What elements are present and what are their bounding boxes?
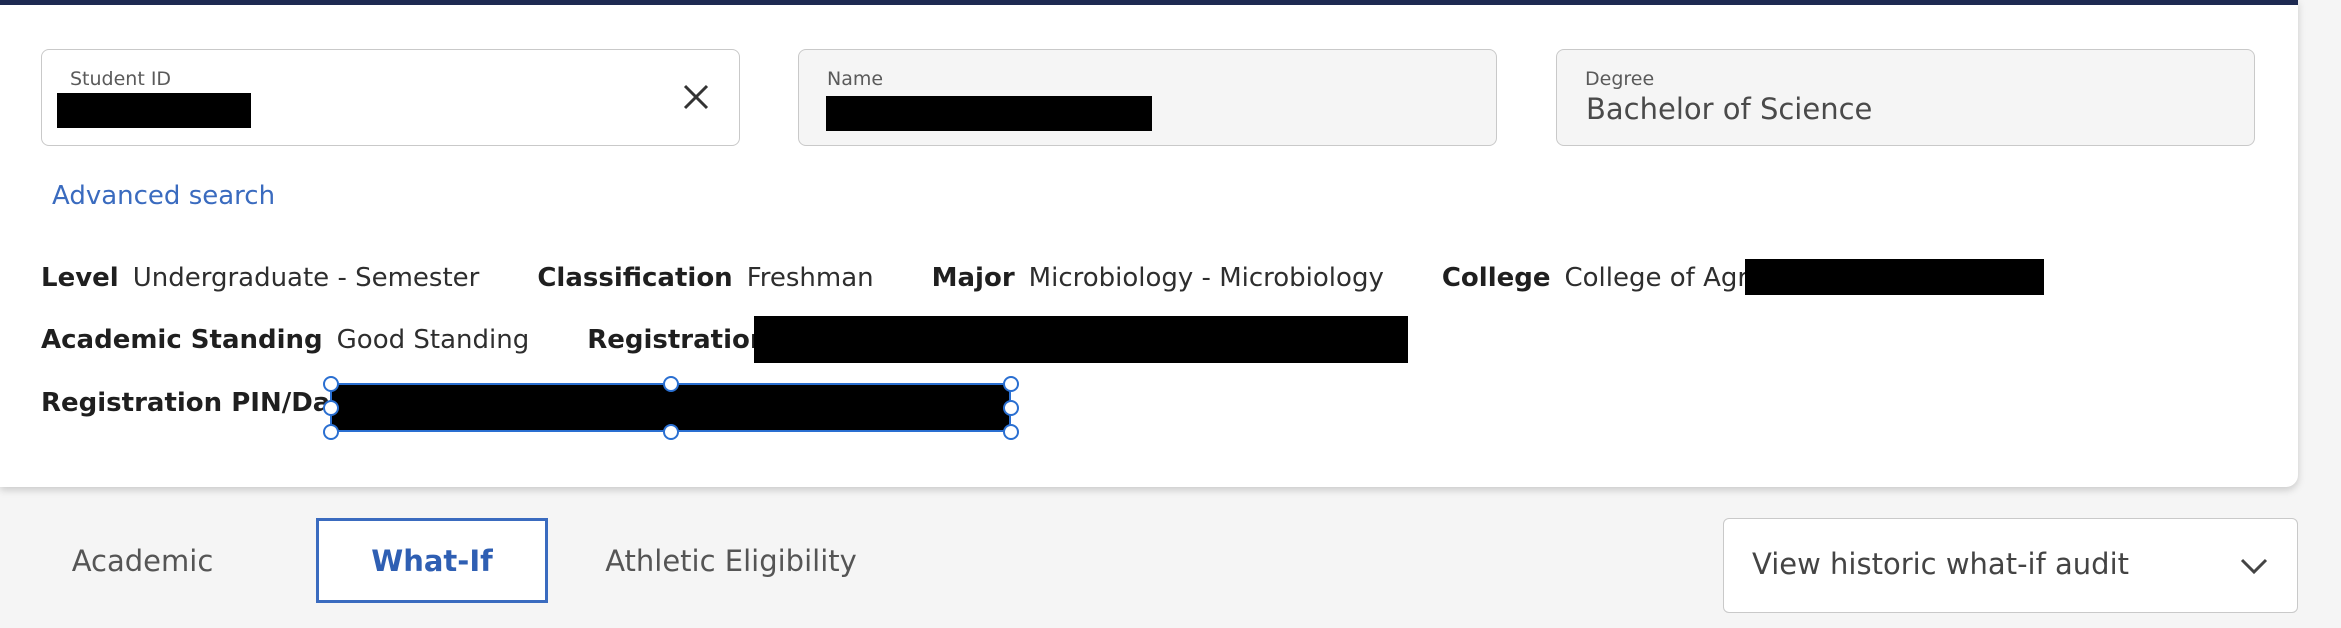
historic-what-if-audit-dropdown[interactable]: View historic what-if audit xyxy=(1723,518,2298,613)
historic-dropdown-selected: View historic what-if audit xyxy=(1752,547,2130,581)
resize-handle-top-left[interactable] xyxy=(323,376,339,392)
classification-label: Classification xyxy=(537,263,733,293)
major-label: Major xyxy=(931,263,1015,293)
clear-student-id-button[interactable] xyxy=(675,76,717,118)
name-label: Name xyxy=(827,68,884,90)
level-label: Level xyxy=(41,263,119,293)
registration-pin-label: Registration PIN/Date xyxy=(41,388,361,418)
resize-handle-middle-left[interactable] xyxy=(323,400,339,416)
student-info-row-2: Academic Standing Good Standing Registra… xyxy=(41,325,859,355)
student-info-row-1: Level Undergraduate - Semester Classific… xyxy=(41,263,1846,293)
name-redacted-value xyxy=(826,96,1152,131)
tab-what-if[interactable]: What-If xyxy=(316,518,548,603)
academic-standing-label: Academic Standing xyxy=(41,325,323,355)
redacted-info-block xyxy=(1745,259,2044,295)
resize-handle-bottom-right[interactable] xyxy=(1003,424,1019,440)
academic-standing-info: Academic Standing Good Standing xyxy=(41,325,529,355)
degree-label: Degree xyxy=(1585,68,1655,90)
level-info: Level Undergraduate - Semester xyxy=(41,263,479,293)
resize-handle-top-right[interactable] xyxy=(1003,376,1019,392)
major-value: Microbiology - Microbiology xyxy=(1028,263,1384,293)
degree-value: Bachelor of Science xyxy=(1586,92,1873,126)
registration-hold-redacted-value xyxy=(754,316,1408,363)
resize-handle-top-center[interactable] xyxy=(663,376,679,392)
level-value: Undergraduate - Semester xyxy=(132,263,480,293)
college-label: College xyxy=(1441,263,1551,293)
resize-handle-middle-right[interactable] xyxy=(1003,400,1019,416)
advanced-search-link[interactable]: Advanced search xyxy=(52,181,275,211)
student-id-field[interactable]: Student ID xyxy=(41,49,740,146)
tab-athletic-eligibility[interactable]: Athletic Eligibility xyxy=(600,518,862,603)
chevron-down-icon xyxy=(2240,558,2268,575)
classification-value: Freshman xyxy=(746,263,874,293)
major-info: Major Microbiology - Microbiology xyxy=(932,263,1384,293)
student-id-label: Student ID xyxy=(70,68,172,90)
academic-standing-value: Good Standing xyxy=(336,325,530,355)
classification-info: Classification Freshman xyxy=(537,263,873,293)
close-icon xyxy=(683,84,709,110)
student-header-card: Student ID Name Degree Bachelor of Scien… xyxy=(0,0,2298,487)
resize-handle-bottom-center[interactable] xyxy=(663,424,679,440)
degree-field: Degree Bachelor of Science xyxy=(1556,49,2255,146)
tab-academic[interactable]: Academic xyxy=(40,518,245,603)
name-field: Name xyxy=(798,49,1497,146)
student-id-redacted-value xyxy=(57,93,251,128)
resize-handle-bottom-left[interactable] xyxy=(323,424,339,440)
